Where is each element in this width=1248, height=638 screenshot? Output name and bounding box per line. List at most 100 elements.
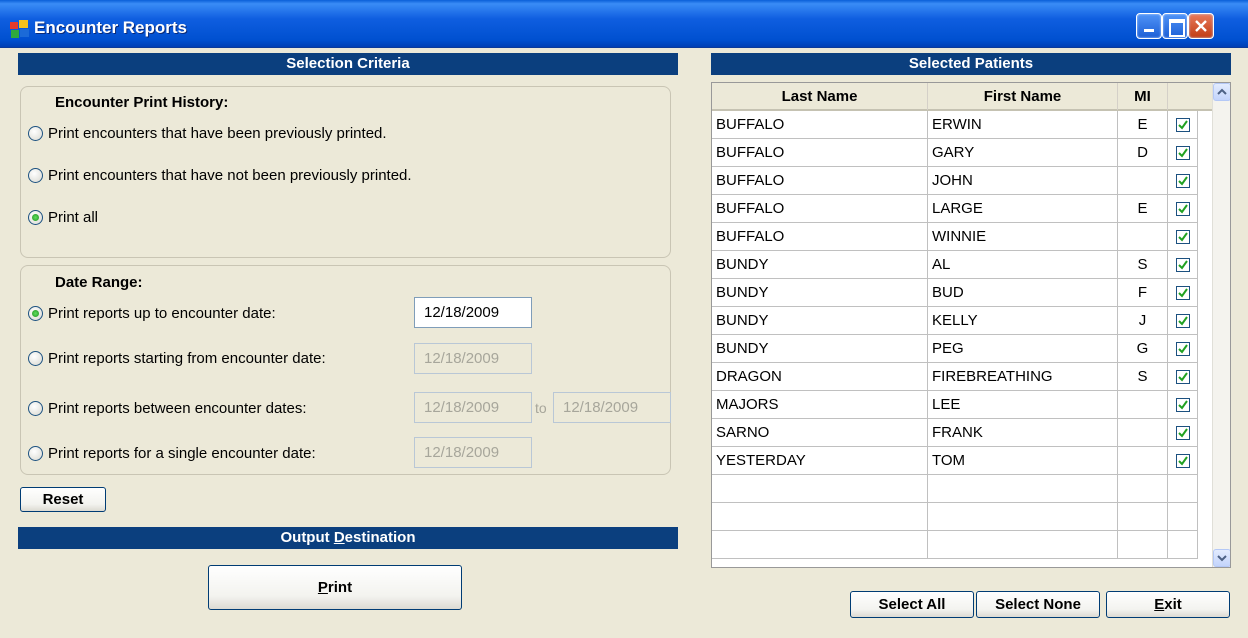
print-button[interactable]: Print	[208, 565, 462, 610]
table-row[interactable]: BUFFALO JOHN	[712, 167, 1198, 195]
scroll-up-button[interactable]	[1213, 83, 1230, 101]
patient-checkbox[interactable]	[1176, 314, 1190, 328]
middle-initial-cell	[1118, 447, 1168, 475]
middle-initial-cell: S	[1118, 251, 1168, 279]
middle-initial-cell: G	[1118, 335, 1168, 363]
between-start-date-field: 12/18/2009	[414, 392, 532, 423]
select-none-button[interactable]: Select None	[976, 591, 1100, 618]
column-last-name[interactable]: Last Name	[712, 83, 928, 110]
table-row[interactable]: DRAGON FIREBREATHING S	[712, 363, 1198, 391]
patient-checkbox[interactable]	[1176, 146, 1190, 160]
radio-label: Print all	[48, 209, 99, 226]
maximize-button[interactable]	[1162, 13, 1188, 39]
radio-button[interactable]	[28, 126, 43, 141]
patient-checkbox[interactable]	[1176, 342, 1190, 356]
radio-button-selected[interactable]	[28, 210, 43, 225]
last-name-cell: BUFFALO	[712, 167, 928, 195]
empty-cell	[1168, 531, 1198, 559]
radio-previously-printed[interactable]: Print encounters that have been previous…	[28, 125, 387, 142]
radio-button[interactable]	[28, 168, 43, 183]
patient-checkbox[interactable]	[1176, 454, 1190, 468]
first-name-cell: TOM	[928, 447, 1118, 475]
last-name-cell: BUNDY	[712, 335, 928, 363]
table-row[interactable]: MAJORS LEE	[712, 391, 1198, 419]
up-to-date-field[interactable]: 12/18/2009	[414, 297, 532, 328]
table-row[interactable]: BUNDY BUD F	[712, 279, 1198, 307]
middle-initial-cell: J	[1118, 307, 1168, 335]
scroll-down-button[interactable]	[1213, 549, 1230, 567]
last-name-cell: BUFFALO	[712, 111, 928, 139]
first-name-cell: KELLY	[928, 307, 1118, 335]
checkmark-icon	[1178, 176, 1188, 186]
checkmark-icon	[1178, 148, 1188, 158]
patient-checkbox[interactable]	[1176, 230, 1190, 244]
radio-button-selected[interactable]	[28, 306, 43, 321]
checkmark-icon	[1178, 428, 1188, 438]
last-name-cell: BUFFALO	[712, 195, 928, 223]
table-row[interactable]: BUNDY PEG G	[712, 335, 1198, 363]
table-row[interactable]: BUNDY AL S	[712, 251, 1198, 279]
table-row[interactable]: BUFFALO LARGE E	[712, 195, 1198, 223]
patient-checkbox[interactable]	[1176, 426, 1190, 440]
checkmark-icon	[1178, 120, 1188, 130]
patient-checkbox[interactable]	[1176, 370, 1190, 384]
close-button[interactable]	[1188, 13, 1214, 39]
minimize-button[interactable]	[1136, 13, 1162, 39]
to-label: to	[535, 400, 547, 416]
radio-not-previously-printed[interactable]: Print encounters that have not been prev…	[28, 167, 412, 184]
empty-table-row[interactable]	[712, 503, 1198, 531]
table-row[interactable]: YESTERDAY TOM	[712, 447, 1198, 475]
table-row[interactable]: BUFFALO GARY D	[712, 139, 1198, 167]
radio-single-date[interactable]: Print reports for a single encounter dat…	[28, 445, 316, 462]
column-first-name[interactable]: First Name	[928, 83, 1118, 110]
checkmark-icon	[1178, 456, 1188, 466]
empty-cell	[928, 503, 1118, 531]
last-name-cell: BUFFALO	[712, 139, 928, 167]
empty-cell	[1168, 503, 1198, 531]
vertical-scrollbar[interactable]	[1212, 83, 1230, 567]
column-select[interactable]	[1168, 83, 1212, 110]
checkmark-icon	[1178, 316, 1188, 326]
radio-up-to-date[interactable]: Print reports up to encounter date:	[28, 305, 276, 322]
table-row[interactable]: SARNO FRANK	[712, 419, 1198, 447]
checkmark-icon	[1178, 260, 1188, 270]
radio-starting-from-date[interactable]: Print reports starting from encounter da…	[28, 350, 326, 367]
patient-checkbox[interactable]	[1176, 202, 1190, 216]
radio-button[interactable]	[28, 446, 43, 461]
last-name-cell: BUNDY	[712, 279, 928, 307]
radio-button[interactable]	[28, 351, 43, 366]
table-row[interactable]: BUNDY KELLY J	[712, 307, 1198, 335]
radio-between-dates[interactable]: Print reports between encounter dates:	[28, 400, 307, 417]
output-destination-header: Output Destination	[18, 527, 678, 549]
empty-table-row[interactable]	[712, 531, 1198, 559]
patient-checkbox[interactable]	[1176, 258, 1190, 272]
patient-checkbox[interactable]	[1176, 118, 1190, 132]
empty-cell	[928, 531, 1118, 559]
patient-checkbox[interactable]	[1176, 286, 1190, 300]
patient-checkbox[interactable]	[1176, 398, 1190, 412]
select-cell	[1168, 251, 1198, 279]
select-cell	[1168, 111, 1198, 139]
empty-table-row[interactable]	[712, 475, 1198, 503]
exit-button[interactable]: Exit	[1106, 591, 1230, 618]
patient-checkbox[interactable]	[1176, 174, 1190, 188]
first-name-cell: FIREBREATHING	[928, 363, 1118, 391]
date-range-title: Date Range:	[55, 274, 143, 291]
patients-grid[interactable]: Last Name First Name MI BUFFALO ERWIN E BUF…	[711, 82, 1231, 568]
first-name-cell: FRANK	[928, 419, 1118, 447]
radio-button[interactable]	[28, 401, 43, 416]
title-bar: Encounter Reports	[0, 0, 1248, 48]
selection-criteria-header: Selection Criteria	[18, 53, 678, 75]
select-all-button[interactable]: Select All	[850, 591, 974, 618]
grid-header: Last Name First Name MI	[712, 83, 1212, 111]
table-row[interactable]: BUFFALO ERWIN E	[712, 111, 1198, 139]
radio-label: Print encounters that have been previous…	[48, 125, 387, 142]
checkmark-icon	[1178, 400, 1188, 410]
last-name-cell: DRAGON	[712, 363, 928, 391]
radio-print-all[interactable]: Print all	[28, 209, 98, 226]
reset-button[interactable]: Reset	[20, 487, 106, 512]
table-row[interactable]: BUFFALO WINNIE	[712, 223, 1198, 251]
select-cell	[1168, 419, 1198, 447]
select-cell	[1168, 223, 1198, 251]
column-mi[interactable]: MI	[1118, 83, 1168, 110]
